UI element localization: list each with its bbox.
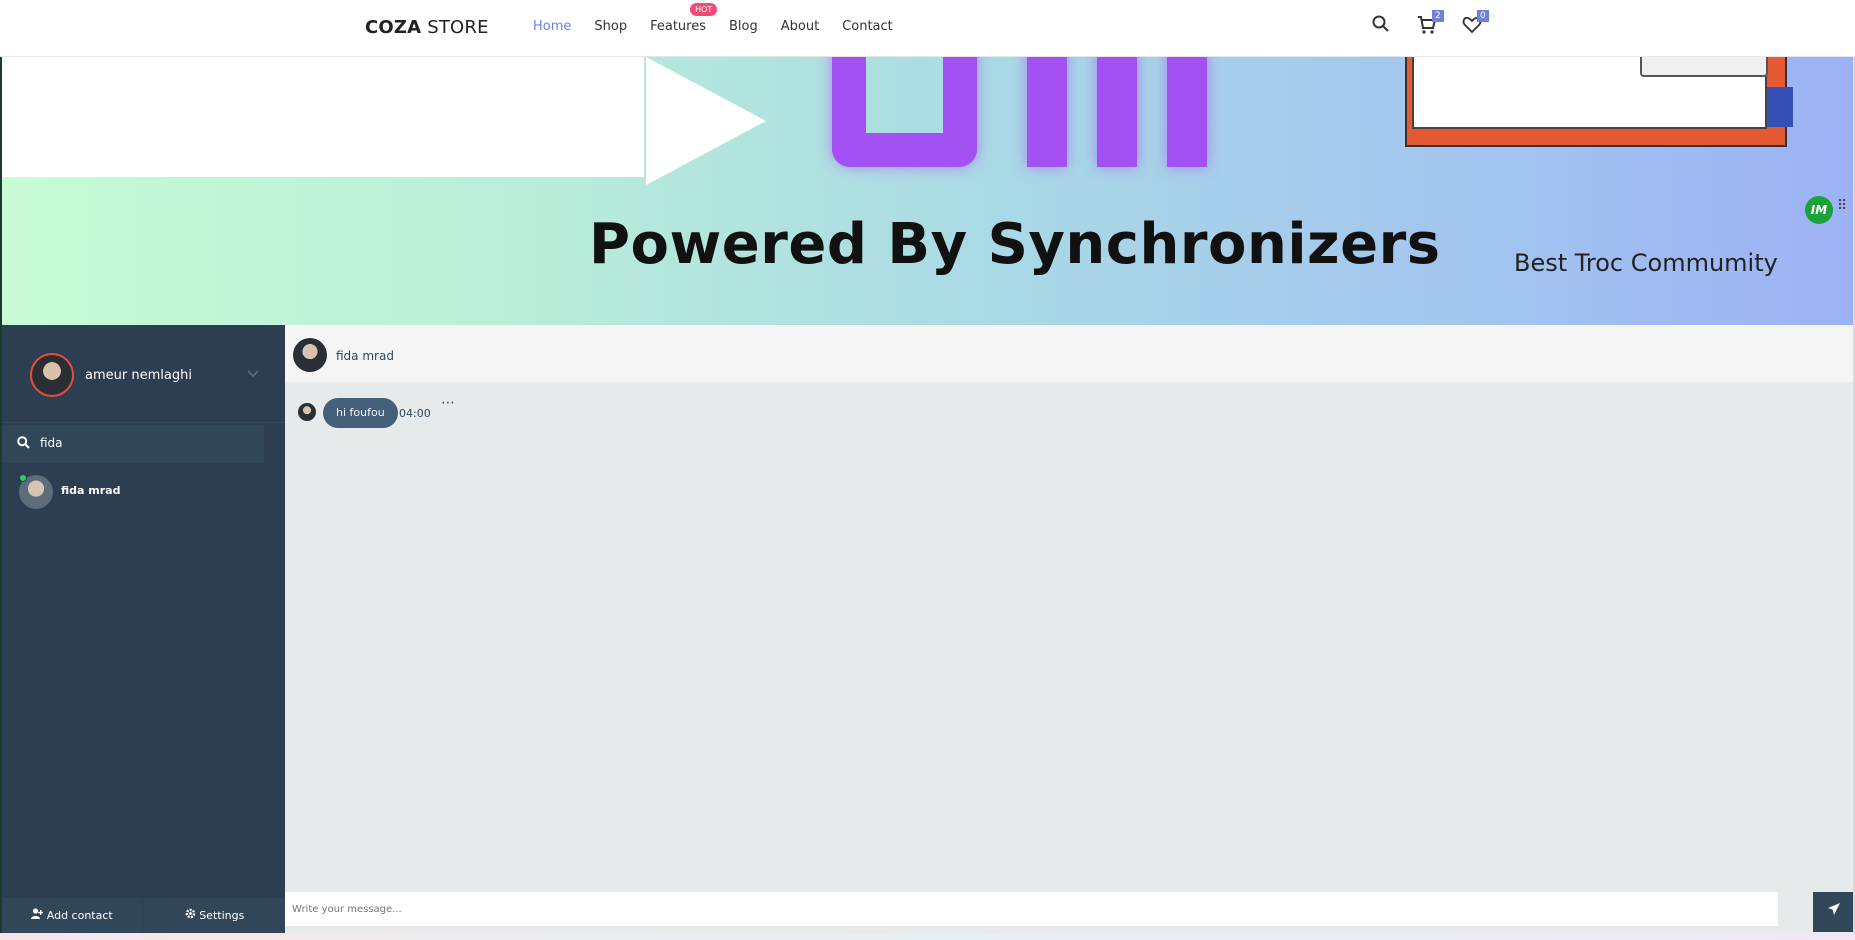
banner-white-panel [2, 57, 644, 177]
search-icon [17, 436, 30, 453]
active-contact-header: fida mrad [285, 325, 1855, 382]
banner-tagline: Best Troc Commumity [1514, 249, 1778, 277]
contact-item[interactable]: fida mrad [2, 469, 285, 521]
user-profile[interactable]: ameur nemlaghi [2, 325, 285, 423]
message-bubble[interactable]: hi foufou [323, 398, 398, 428]
gear-icon [185, 908, 200, 922]
chat-sidebar: ameur nemlaghi fida fida mrad Add contac… [2, 325, 285, 933]
message-composer [285, 892, 1855, 933]
send-button[interactable] [1813, 892, 1855, 932]
hot-badge: HOT [690, 3, 718, 16]
cart-icon[interactable]: 2 [1417, 10, 1444, 39]
store-logo[interactable]: COZA STORE [365, 17, 489, 38]
settings-label: Settings [199, 909, 245, 922]
online-status-dot [19, 474, 27, 482]
main-nav: Home Shop Features HOT Blog About Contact [533, 3, 916, 34]
settings-button[interactable]: Settings [144, 898, 285, 933]
cart-count-badge: 2 [1432, 10, 1444, 22]
message-avatar [298, 403, 316, 421]
banner-card-accent [1765, 87, 1793, 127]
active-contact-avatar [293, 338, 327, 372]
user-name: ameur nemlaghi [85, 368, 192, 383]
play-triangle-shape [646, 57, 766, 185]
site-header: COZA STORE Home Shop Features HOT Blog Ab… [0, 0, 1855, 57]
add-user-icon [31, 908, 47, 922]
search-input[interactable]: fida [40, 436, 63, 450]
add-contact-button[interactable]: Add contact [2, 898, 143, 933]
nav-home[interactable]: Home [533, 19, 571, 34]
user-avatar[interactable] [30, 353, 74, 397]
im-logo-icon[interactable]: IM [1805, 196, 1833, 224]
banner-card-tab [1640, 57, 1768, 77]
message-time: 04:00 [399, 407, 431, 420]
search-icon[interactable] [1372, 15, 1396, 39]
contact-search[interactable]: fida [2, 425, 264, 463]
contact-name: fida mrad [61, 484, 121, 497]
heart-icon[interactable]: 0 [1462, 10, 1489, 39]
nav-shop[interactable]: Shop [594, 19, 627, 34]
drag-handle-icon[interactable]: ⠿ [1837, 199, 1847, 213]
nav-contact[interactable]: Contact [842, 19, 893, 34]
banner-headline: Powered By Synchronizers [589, 212, 1441, 277]
add-contact-label: Add contact [46, 909, 113, 922]
sidebar-bottom-bar: Add contact Settings [2, 898, 285, 933]
banner-logo-letters [832, 57, 1212, 187]
im-widget[interactable]: IM ⠿ [1805, 196, 1853, 224]
message-input[interactable] [285, 892, 1778, 926]
nav-features[interactable]: Features HOT [650, 3, 718, 34]
nav-blog[interactable]: Blog [729, 19, 758, 34]
hero-banner: Powered By Synchronizers Best Troc Commu… [2, 57, 1853, 325]
chevron-down-icon[interactable] [247, 367, 259, 381]
send-icon [1827, 903, 1841, 920]
chat-content: fida mrad hi foufou 04:00 ⋯ [285, 325, 1855, 933]
active-contact-name: fida mrad [336, 349, 394, 363]
nav-about[interactable]: About [781, 19, 819, 34]
wishlist-count-badge: 0 [1477, 10, 1489, 22]
more-options-icon[interactable]: ⋯ [441, 395, 456, 411]
page-footer-strip [0, 933, 1855, 940]
